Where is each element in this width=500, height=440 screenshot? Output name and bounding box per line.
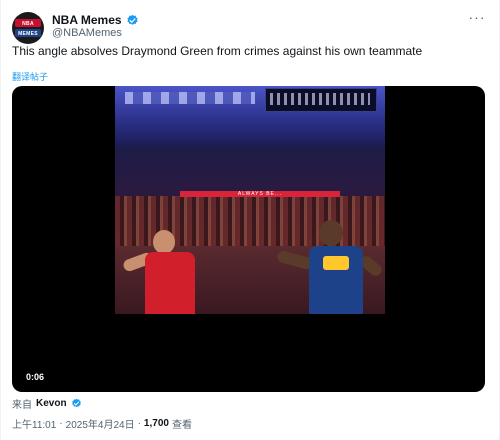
source-name-link[interactable]: Kevon [36, 398, 67, 409]
more-options-icon[interactable]: ··· [468, 10, 486, 28]
author-name-row[interactable]: NBA Memes [52, 12, 139, 28]
player-red-jersey [121, 226, 213, 314]
tweet-text: This angle absolves Draymond Green from … [12, 44, 423, 58]
source-attribution: 来自 Kevon [12, 396, 82, 411]
tweet-time[interactable]: 上午11:01 [12, 416, 56, 431]
video-player[interactable]: ALWAYS BE... 0:06 [12, 86, 485, 392]
views-label: 查看 [171, 419, 192, 431]
tweet-meta: 上午11:01 · 2025年4月24日 · 1,700 查看 [12, 416, 192, 431]
avatar-logo-text-bottom: MEMES [18, 31, 38, 37]
player-blue-jersey [275, 216, 385, 314]
views-count: 1,700 [143, 417, 169, 429]
verified-badge-icon [71, 398, 81, 407]
verified-badge-icon [126, 14, 138, 25]
meta-separator: · [137, 417, 141, 429]
frame-border-left [0, 0, 1, 440]
avatar-logo-text-top: NBA [22, 21, 34, 27]
avatar[interactable]: NBA MEMES [12, 12, 44, 44]
translate-link[interactable]: 翻译帖子 [12, 70, 48, 83]
video-frame[interactable]: ALWAYS BE... [115, 86, 385, 314]
tweet-date[interactable]: 2025年4月24日 [66, 416, 135, 431]
source-prefix: 来自 [12, 399, 32, 411]
handle[interactable]: @NBAMemes [52, 27, 122, 39]
meta-separator: · [59, 417, 63, 429]
arena-scoreboard [265, 88, 377, 112]
video-duration: 0:06 [22, 371, 49, 383]
arena-banner-text: ALWAYS BE... [237, 191, 283, 197]
arena-lights [125, 92, 255, 104]
display-name[interactable]: NBA Memes [52, 13, 122, 27]
